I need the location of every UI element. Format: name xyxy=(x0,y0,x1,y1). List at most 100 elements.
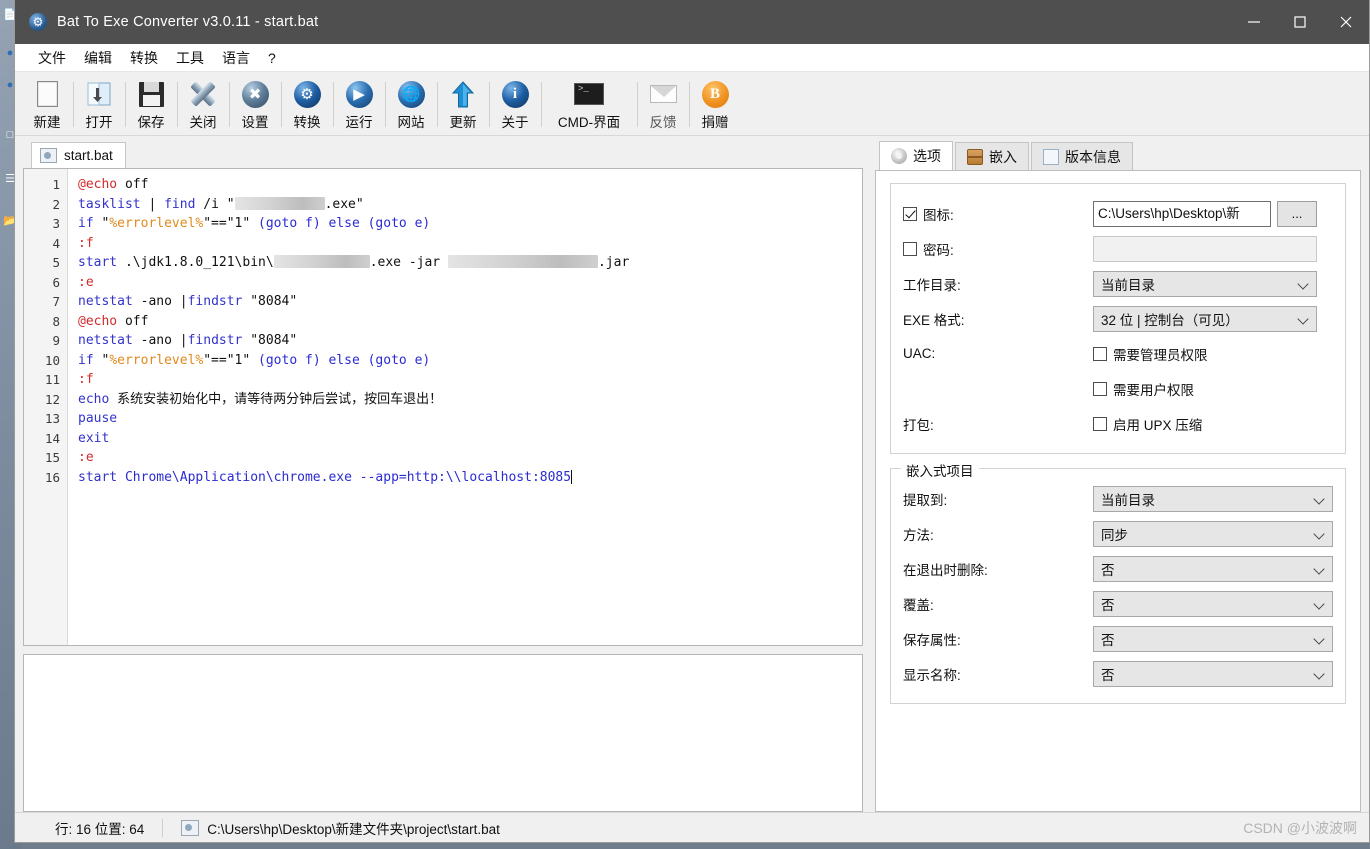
uac-label: UAC: xyxy=(903,346,936,361)
uac-user-checkbox[interactable] xyxy=(1093,381,1107,396)
code-token: echo xyxy=(78,391,110,407)
toolbar-button-about[interactable]: i 关于 xyxy=(489,74,541,135)
tab-version-info-label: 版本信息 xyxy=(1065,148,1121,165)
password-input[interactable] xyxy=(1093,235,1317,262)
row-pack-upx: 打包: 启用 UPX 压缩 xyxy=(903,408,1333,439)
run-play-icon: ▶ xyxy=(344,79,374,109)
line-number: 9 xyxy=(52,333,60,348)
toolbar-button-settings[interactable]: ✖ 设置 xyxy=(229,74,281,135)
toolbar-button-cmd-interface[interactable]: >_ CMD-界面 xyxy=(541,74,637,135)
method-select[interactable]: 同步 xyxy=(1093,520,1333,547)
workdir-select[interactable]: 当前目录 xyxy=(1093,270,1317,297)
file-tabstrip: start.bat xyxy=(23,142,863,168)
extract-to-value: 当前目录 xyxy=(1101,492,1155,508)
menu-item-convert[interactable]: 转换 xyxy=(121,44,167,72)
close-button[interactable] xyxy=(1323,0,1369,44)
code-line: echo 系统安装初始化中，请等待两分钟后尝试，按回车退出！ xyxy=(78,390,862,410)
toolbar-button-save[interactable]: 保存 xyxy=(125,74,177,135)
exe-format-select[interactable]: 32 位 | 控制台（可见） xyxy=(1093,305,1317,332)
toolbar-label-run: 运行 xyxy=(345,115,373,130)
toolbar-button-close[interactable]: 关闭 xyxy=(177,74,229,135)
show-name-select[interactable]: 否 xyxy=(1093,660,1333,687)
redacted-text xyxy=(273,255,370,268)
line-number: 14 xyxy=(44,430,60,446)
code-line: @echo off xyxy=(78,175,862,195)
code-token: .\jdk1.8.0_121\bin\ xyxy=(117,255,274,270)
exe-format-value: 32 位 | 控制台（可见） xyxy=(1101,312,1239,328)
file-tab-start-bat[interactable]: start.bat xyxy=(31,142,126,168)
chevron-down-icon xyxy=(1314,528,1326,540)
chevron-down-icon xyxy=(1298,278,1310,290)
password-label: 密码: xyxy=(923,242,954,258)
icon-browse-button[interactable]: ... xyxy=(1277,200,1317,227)
upx-checkbox[interactable] xyxy=(1093,416,1107,431)
code-token: find xyxy=(164,196,196,212)
toolbar-button-run[interactable]: ▶ 运行 xyxy=(333,74,385,135)
code-token: "=="1" xyxy=(203,216,259,231)
minimize-button[interactable] xyxy=(1231,0,1277,44)
code-line: :f xyxy=(78,234,862,254)
code-token: | xyxy=(179,333,188,348)
toolbar-button-feedback[interactable]: 反馈 xyxy=(637,74,689,135)
overwrite-select[interactable]: 否 xyxy=(1093,590,1333,617)
code-content[interactable]: @echo off tasklist | find /i " .exe" if "%e… xyxy=(68,169,862,645)
method-label: 方法: xyxy=(903,527,934,543)
code-token: @echo xyxy=(78,313,118,329)
code-token: off xyxy=(117,313,149,329)
extract-to-label: 提取到: xyxy=(903,492,948,508)
toolbar-button-donate[interactable]: B 捐赠 xyxy=(689,74,741,135)
toolbar-button-website[interactable]: 🌐 网站 xyxy=(385,74,437,135)
code-line: netstat -ano |findstr "8084" xyxy=(78,292,862,312)
uac-admin-checkbox[interactable] xyxy=(1093,346,1107,361)
toolbar-label-open: 打开 xyxy=(85,115,113,130)
icon-path-input[interactable]: C:\Users\hp\Desktop\新 xyxy=(1093,200,1271,227)
save-floppy-icon xyxy=(136,79,166,109)
icon-checkbox[interactable] xyxy=(903,206,917,221)
code-editor[interactable]: 1 2 3 4 5 6 7 8 9 10 11 12 13 14 15 16 @echo off tasklis… xyxy=(23,168,863,646)
toolbar-button-update[interactable]: 更新 xyxy=(437,74,489,135)
menu-item-language[interactable]: 语言 xyxy=(213,44,259,72)
watermark: CSDN @小波波啊 xyxy=(1243,819,1357,836)
cmd-console-icon: >_ xyxy=(574,79,604,109)
row-workdir: 工作目录: 当前目录 xyxy=(903,268,1333,299)
tab-embed-label: 嵌入 xyxy=(989,148,1017,165)
toolbar-label-donate: 捐赠 xyxy=(701,115,729,130)
password-checkbox[interactable] xyxy=(903,241,917,256)
toolbar-button-convert[interactable]: ⚙ 转换 xyxy=(281,74,333,135)
menu-item-help[interactable]: ? xyxy=(259,44,285,72)
embedded-group-title: 嵌入式项目 xyxy=(901,460,979,480)
toolbar-button-new[interactable]: 新建 xyxy=(21,74,73,135)
code-token: if xyxy=(78,216,94,231)
line-number: 15 xyxy=(44,450,60,465)
options-panel-body: 图标: C:\Users\hp\Desktop\新 ... 密码: 工作目录: … xyxy=(875,170,1361,812)
tab-options[interactable]: 选项 xyxy=(879,141,953,170)
toolbar-button-open[interactable]: 打开 xyxy=(73,74,125,135)
code-token: -ano xyxy=(132,294,180,309)
menu-item-file[interactable]: 文件 xyxy=(29,44,75,72)
bat-file-icon xyxy=(181,819,200,836)
icon-row-label-wrap: 图标: xyxy=(903,204,1093,224)
code-token: (goto f) else (goto e) xyxy=(258,352,431,368)
toolbar-label-new: 新建 xyxy=(33,115,61,130)
output-console[interactable] xyxy=(23,654,863,812)
update-arrow-up-icon xyxy=(448,79,478,109)
menu-item-edit[interactable]: 编辑 xyxy=(75,44,121,72)
redacted-text xyxy=(447,255,598,268)
code-token: off xyxy=(117,177,149,192)
workdir-label: 工作目录: xyxy=(903,277,961,293)
code-line: :f xyxy=(78,370,862,390)
row-delete-on-exit: 在退出时删除: 否 xyxy=(903,553,1333,584)
keep-attributes-select[interactable]: 否 xyxy=(1093,625,1333,652)
title-bar: ⚙ Bat To Exe Converter v3.0.11 - start.b… xyxy=(15,0,1369,44)
extract-to-select[interactable]: 当前目录 xyxy=(1093,485,1333,512)
menu-item-tools[interactable]: 工具 xyxy=(167,44,213,72)
maximize-button[interactable] xyxy=(1277,0,1323,44)
pack-label: 打包: xyxy=(903,417,934,433)
tab-version-info[interactable]: 版本信息 xyxy=(1031,142,1133,170)
overwrite-value: 否 xyxy=(1101,597,1115,613)
feedback-mail-icon xyxy=(648,79,678,109)
delete-on-exit-select[interactable]: 否 xyxy=(1093,555,1333,582)
line-number: 1 xyxy=(52,177,60,192)
password-row-label-wrap: 密码: xyxy=(903,239,1093,259)
tab-embed[interactable]: 嵌入 xyxy=(955,142,1029,170)
